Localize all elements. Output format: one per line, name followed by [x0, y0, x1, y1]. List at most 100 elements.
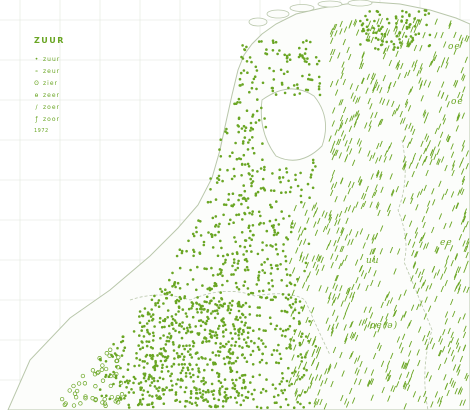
zuur-dot [290, 306, 293, 309]
zuur-dot [187, 239, 190, 243]
zuur-dot [231, 264, 234, 268]
zuur-dot [263, 271, 267, 275]
zuur-dot [255, 87, 258, 91]
zuur-dot [259, 406, 263, 410]
zuur-dot [227, 222, 231, 226]
zuur-dot [210, 368, 214, 372]
zuur-dot [401, 15, 404, 18]
zuur-dot [318, 82, 322, 85]
zuur-dot [287, 366, 290, 370]
zuur-dot [246, 148, 250, 151]
zuur-dot [271, 383, 275, 387]
zuur-dot [151, 339, 155, 342]
zuur-dot [263, 168, 266, 172]
zuur-dot [136, 403, 140, 407]
zuur-dot [307, 62, 311, 66]
legend-year: 1972 [34, 128, 49, 134]
zuur-dot [284, 268, 288, 271]
area-label-oe-east: oe [451, 97, 464, 107]
zuur-dot [141, 341, 144, 344]
zuur-dot [256, 252, 260, 256]
zuur-dot [242, 184, 245, 187]
zuur-dot [221, 344, 225, 348]
zuur-dot [205, 340, 208, 343]
zuur-dot [311, 158, 315, 162]
zuur-dot [184, 371, 188, 375]
zuur-dot [258, 306, 261, 309]
zuur-dot [241, 218, 244, 221]
zuur-dot [214, 341, 218, 345]
zuur-dot [275, 361, 278, 364]
zuur-dot [219, 291, 222, 294]
zuur-dot [307, 77, 310, 81]
zuur-dot [228, 301, 232, 305]
zuur-dot [261, 81, 265, 85]
zuur-dot [201, 284, 204, 287]
zuur-dot [224, 400, 228, 403]
zuur-dot [261, 342, 265, 345]
zuur-dot [255, 283, 259, 286]
zuur-dot [308, 320, 311, 323]
zuur-dot [138, 315, 141, 318]
zuur-dot [141, 397, 145, 401]
zuur-dot [148, 332, 151, 336]
zuur-dot [155, 394, 158, 397]
zuur-dot [244, 321, 247, 325]
zuur-dot [161, 366, 164, 370]
zuur-dot [252, 233, 255, 237]
zuur-dot [243, 189, 247, 193]
zuur-dot [217, 230, 220, 234]
zuur-dot [195, 288, 198, 292]
dotted-circle-icon: ʘ [34, 80, 40, 87]
zuur-dot [289, 282, 293, 286]
zuur-dot [198, 388, 201, 391]
zuur-dot [275, 324, 279, 328]
zuur-dot [224, 130, 227, 133]
zuur-dot [124, 394, 127, 398]
zuur-dot [365, 32, 368, 35]
zuur-dot [277, 361, 281, 365]
zuur-dot [245, 249, 248, 253]
zuur-dot [236, 266, 240, 270]
zuur-dot [210, 382, 214, 386]
zuur-dot [234, 141, 237, 145]
zuur-dot [184, 386, 188, 389]
zuur-dot [297, 311, 301, 315]
legend-label: zeer [43, 92, 60, 99]
zuur-dot [120, 340, 123, 344]
zuur-dot [314, 165, 317, 168]
zuur-dot [249, 121, 253, 125]
zuur-dot [195, 302, 199, 305]
zuur-dot [282, 217, 285, 220]
zuur-dot [283, 91, 287, 95]
zuur-dot [396, 46, 400, 49]
zuur-dot [135, 352, 138, 355]
zuur-dot [105, 394, 108, 398]
zuur-dot [179, 378, 182, 382]
zuur-dot [270, 279, 274, 282]
zuur-dot [232, 382, 235, 385]
zuur-dot [185, 315, 189, 318]
zuur-dot [281, 391, 285, 395]
zuur-dot [147, 340, 151, 344]
zuur-dot [244, 269, 247, 272]
zuur-dot [181, 308, 185, 311]
zuur-dot [246, 71, 249, 74]
zuur-dot [225, 127, 228, 131]
zuur-dot [209, 177, 212, 180]
zuur-dot [160, 325, 164, 329]
zuur-dot [183, 347, 186, 351]
zuur-dot [427, 12, 431, 15]
zuur-dot [132, 391, 135, 394]
zuur-dot [195, 307, 199, 311]
zuur-dot [251, 210, 254, 213]
zuur-dot [127, 391, 131, 394]
zuur-dot [234, 268, 237, 272]
zuur-dot [142, 389, 145, 392]
zuur-dot [151, 405, 155, 409]
zuur-dot [252, 329, 255, 333]
zuur-dot [202, 399, 205, 402]
zuur-dot [311, 186, 315, 190]
zuur-dot [219, 271, 223, 274]
zuur-dot [173, 281, 177, 284]
